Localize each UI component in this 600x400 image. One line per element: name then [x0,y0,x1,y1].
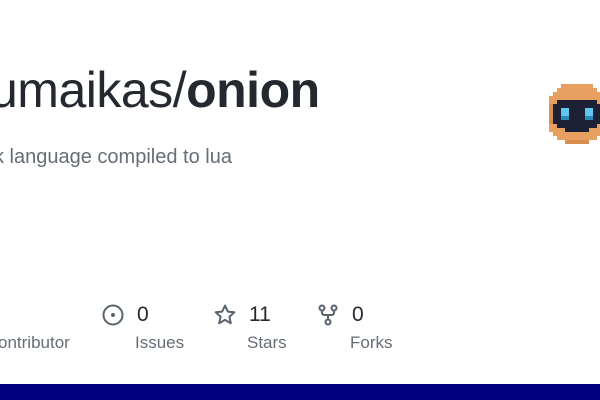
repo-separator: / [172,62,187,118]
forks-count: 0 [352,303,364,326]
issues-label: Issues [135,333,185,352]
repo-description: k language compiled to lua [0,146,232,168]
stars-count: 11 [249,303,271,326]
repo-title[interactable]: umaikas/onion [0,58,320,122]
fork-icon [316,303,340,327]
issue-circle-icon [101,303,125,327]
repo-name[interactable]: onion [186,62,320,118]
pixel-robot-avatar-icon [549,84,600,144]
issues-count: 0 [137,303,149,326]
bottom-accent-bar [0,384,600,400]
owner-avatar[interactable] [549,84,600,148]
contributors-label: ontributor [0,333,70,352]
stars-label: Stars [247,333,287,352]
forks-label: Forks [350,333,393,352]
star-icon [213,303,237,327]
repo-social-card: umaikas/onion k language compiled to lua [0,0,600,384]
repo-owner[interactable]: umaikas [0,62,173,118]
